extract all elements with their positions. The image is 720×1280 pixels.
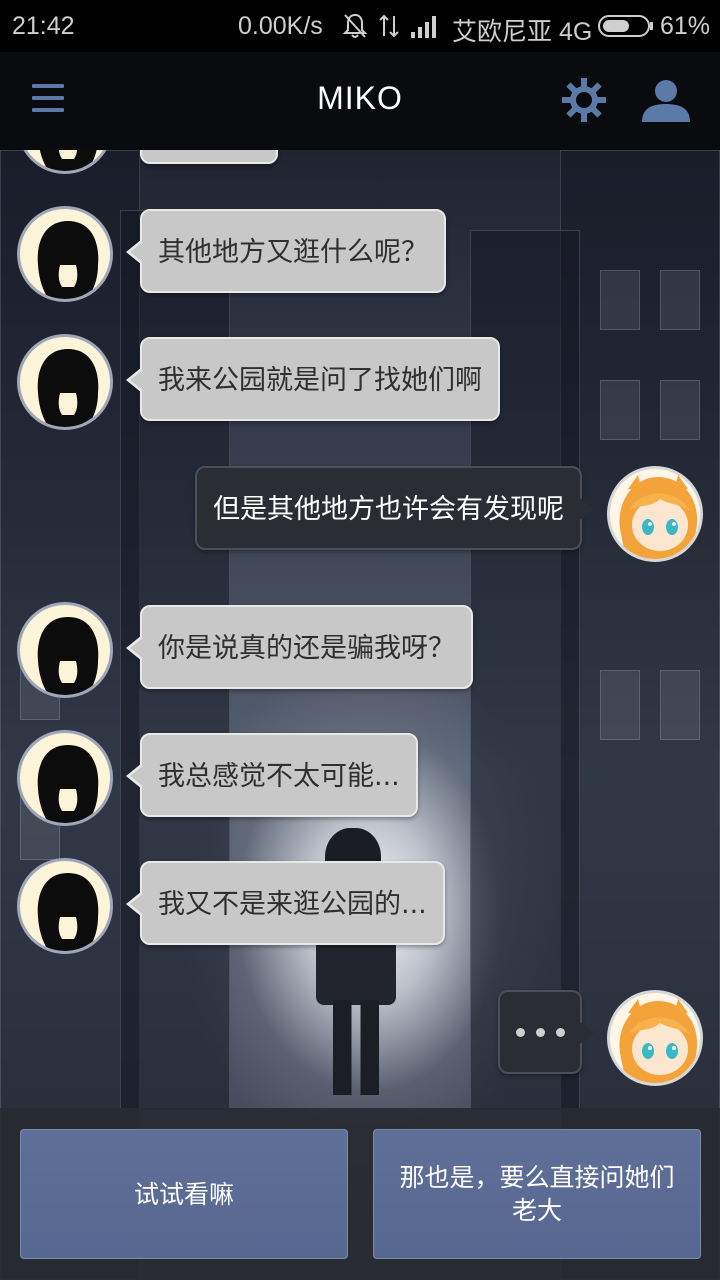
typing-dot xyxy=(516,1028,525,1037)
user-avatar xyxy=(607,466,703,562)
status-time: 21:42 xyxy=(12,12,75,40)
window xyxy=(600,670,640,740)
gear-icon[interactable] xyxy=(560,76,608,124)
message-bubble-miko: 其他地方又逛什么呢？ xyxy=(126,209,446,293)
miko-avatar xyxy=(17,334,113,430)
miko-avatar xyxy=(17,602,113,698)
miko-avatar xyxy=(17,858,113,954)
typing-dot xyxy=(556,1028,565,1037)
status-net-speed: 0.00K/s xyxy=(238,12,323,40)
bell-muted-icon xyxy=(342,13,368,38)
window xyxy=(660,380,700,440)
user-icon[interactable] xyxy=(640,78,692,122)
page-title: MIKO xyxy=(317,80,403,116)
typing-indicator xyxy=(498,990,594,1074)
signal-icon xyxy=(411,16,436,38)
window xyxy=(600,270,640,330)
data-arrows-icon xyxy=(379,14,399,38)
message-bubble-miko: 我总感觉不太可能... xyxy=(126,733,418,817)
typing-dot xyxy=(536,1028,545,1037)
miko-avatar xyxy=(17,206,113,302)
status-battery-percent: 61% xyxy=(660,12,711,40)
message-bubble-user: 但是其他地方也许会有发现呢 xyxy=(195,466,594,550)
message-bubble-miko: 我又不是来逛公园的... xyxy=(126,861,445,945)
window xyxy=(600,380,640,440)
girl-silhouette-legs xyxy=(333,1000,379,1095)
message-bubble-miko: 我来公园就是问了找她们啊 xyxy=(126,337,500,421)
user-avatar xyxy=(607,990,703,1086)
miko-avatar xyxy=(17,730,113,826)
menu-icon[interactable] xyxy=(32,84,64,112)
message-bubble-miko: 你是说真的还是骗我呀？ xyxy=(126,605,473,689)
reply-option-button[interactable]: 试试看嘛 xyxy=(20,1129,348,1259)
window xyxy=(660,270,700,330)
window xyxy=(660,670,700,740)
reply-option-button[interactable]: 那也是，要么直接问她们老大 xyxy=(373,1129,701,1259)
app-header: MIKO xyxy=(0,52,720,150)
battery-icon xyxy=(598,15,653,37)
status-carrier: 艾欧尼亚 4G xyxy=(452,18,593,46)
status-bar: 21:42 0.00K/s 艾欧尼亚 4G 61% xyxy=(0,0,720,52)
